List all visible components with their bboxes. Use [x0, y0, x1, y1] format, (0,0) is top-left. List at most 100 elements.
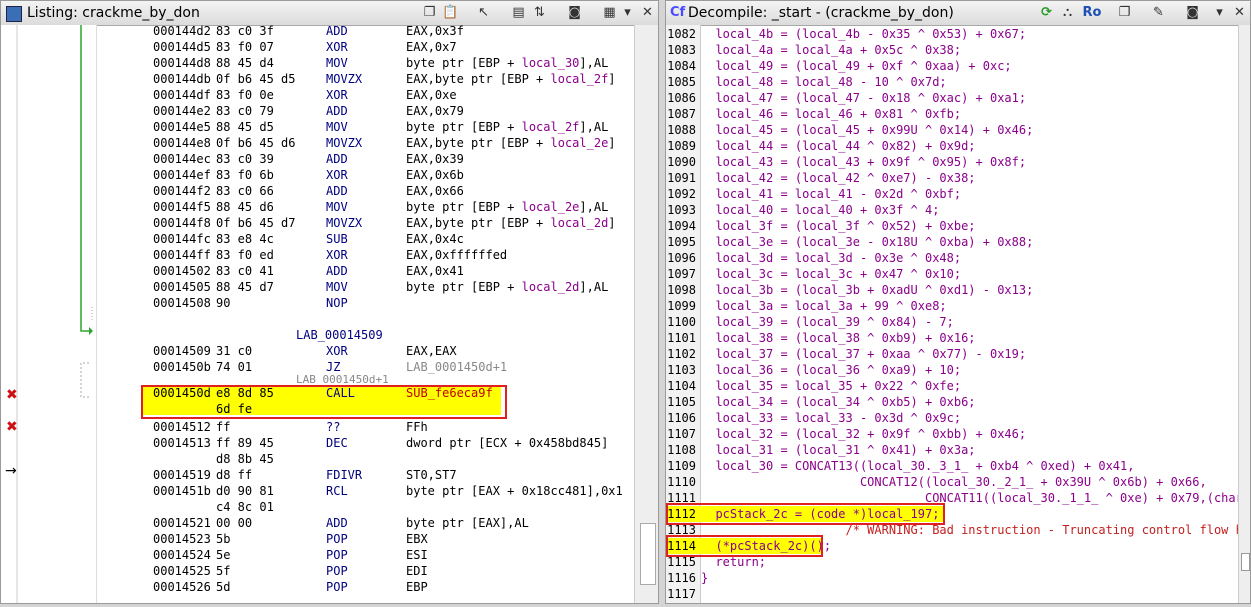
listing-body[interactable]: 000144d2 83 c0 3f ADD EAX,0x3f 000144d5 83 f0…: [97, 23, 632, 603]
diff-icon[interactable]: ⇅: [531, 4, 548, 21]
listing-row[interactable]: 000144d2 83 c0 3f ADD EAX,0x3f: [97, 23, 632, 39]
decompile-line[interactable]: 1099 local_3a = local_3a + 99 ^ 0xe8;: [666, 298, 1236, 314]
close-icon[interactable]: ✕: [639, 4, 656, 21]
paste-icon[interactable]: 📋: [442, 4, 459, 21]
decompile-line[interactable]: 1089 local_44 = (local_44 ^ 0x82) + 0x9d…: [666, 138, 1236, 154]
instruction-operands[interactable]: EAX,0xe: [406, 87, 457, 103]
listing-row[interactable]: 00014502 83 c0 41 ADD EAX,0x41: [97, 263, 632, 279]
decompile-line[interactable]: 1086 local_47 = (local_47 - 0x18 ^ 0xac)…: [666, 90, 1236, 106]
decompile-line[interactable]: 1105 local_34 = (local_34 ^ 0xb5) + 0xb6…: [666, 394, 1236, 410]
layout-icon[interactable]: ▦: [601, 4, 618, 21]
decompile-line[interactable]: 1102 local_37 = (local_37 + 0xaa ^ 0x77)…: [666, 346, 1236, 362]
decompile-line[interactable]: 1084 local_49 = (local_49 + 0xf ^ 0xaa) …: [666, 58, 1236, 74]
instruction-operands[interactable]: FFh: [406, 419, 428, 435]
decompile-body[interactable]: 1082 local_4b = (local_4b - 0x35 ^ 0x53)…: [666, 25, 1250, 603]
listing-row[interactable]: 00014524 5e POP ESI: [97, 547, 632, 563]
graph-icon[interactable]: ⛬: [1059, 4, 1076, 21]
instruction-operands[interactable]: EAX,0x4c: [406, 231, 464, 247]
listing-row[interactable]: 00014512 ff?? FFh: [97, 419, 632, 435]
snapshot-icon[interactable]: ◙: [566, 4, 583, 21]
decompile-line[interactable]: 1108 local_31 = (local_31 ^ 0x41) + 0x3a…: [666, 442, 1236, 458]
decompile-line[interactable]: 1101 local_38 = (local_38 ^ 0xb9) + 0x16…: [666, 330, 1236, 346]
cursor-icon[interactable]: ↖: [475, 4, 492, 21]
listing-row[interactable]: 00014509 31 c0 XOR EAX,EAX: [97, 343, 632, 359]
snapshot-icon[interactable]: ◙: [1184, 4, 1201, 21]
instruction-operands[interactable]: EAX,byte ptr [EBP + local_2d]: [406, 215, 616, 231]
decompile-line[interactable]: 1087 local_46 = local_46 + 0x81 ^ 0xfb;: [666, 106, 1236, 122]
listing-row[interactable]: 00014513 ff 89 45 DEC dword ptr [ECX + 0x45…: [97, 435, 632, 451]
decompile-line[interactable]: 1082 local_4b = (local_4b - 0x35 ^ 0x53)…: [666, 26, 1236, 42]
readonly-toggle-icon[interactable]: Ro: [1080, 4, 1104, 21]
decompile-line[interactable]: 1094 local_3f = (local_3f ^ 0x52) + 0xbe…: [666, 218, 1236, 234]
decompile-line[interactable]: 1117: [666, 586, 1236, 602]
listing-row[interactable]: 000144e8 0f b6 45 d6 MOVZX EAX,byte ptr [EB…: [97, 135, 632, 151]
listing-row[interactable]: 000144d8 88 45 d4 MOV byte ptr [EBP + local…: [97, 55, 632, 71]
dropdown-chevron-icon[interactable]: ▾: [619, 4, 636, 21]
instruction-operands[interactable]: byte ptr [EBP + local_2d],AL: [406, 279, 608, 295]
decompile-line[interactable]: 1088 local_45 = (local_45 + 0x99U ^ 0x14…: [666, 122, 1236, 138]
instruction-operands[interactable]: ST0,ST7: [406, 467, 457, 483]
listing-row[interactable]: 00014505 88 45 d7 MOV byte ptr [EBP + local…: [97, 279, 632, 295]
decompile-line[interactable]: 1097 local_3c = local_3c + 0x47 ^ 0x10;: [666, 266, 1236, 282]
listing-row[interactable]: 00014523 5b POP EBX: [97, 531, 632, 547]
decompile-line[interactable]: 1110 CONCAT12((local_30._2_1_ + 0x39U ^ …: [666, 474, 1236, 490]
decompile-line[interactable]: 1095 local_3e = (local_3e - 0x18U ^ 0xba…: [666, 234, 1236, 250]
instruction-operands[interactable]: byte ptr [EBP + local_2e],AL: [406, 199, 608, 215]
instruction-operands[interactable]: dword ptr [ECX + 0x458bd845]: [406, 435, 608, 451]
instruction-operands[interactable]: EBP: [406, 579, 428, 595]
close-icon[interactable]: ✕: [1231, 4, 1248, 21]
decompile-line[interactable]: 1100 local_39 = (local_39 ^ 0x84) - 7;: [666, 314, 1236, 330]
listing-row[interactable]: 000144ff 83 f0 ed XOR EAX,0xffffffed: [97, 247, 632, 263]
listing-row[interactable]: 0001451b d0 90 81 RCL byte ptr [EAX + 0x18c…: [97, 483, 632, 499]
decompile-line[interactable]: 1085 local_48 = local_48 - 10 ^ 0x7d;: [666, 74, 1236, 90]
instruction-operands[interactable]: EDI: [406, 563, 428, 579]
decompile-line[interactable]: 1090 local_43 = (local_43 + 0x9f ^ 0x95)…: [666, 154, 1236, 170]
instruction-operands[interactable]: EAX,0x41: [406, 263, 464, 279]
instruction-operands[interactable]: byte ptr [EBP + local_2f],AL: [406, 119, 608, 135]
decompile-line[interactable]: 1106 local_33 = local_33 - 0x3d ^ 0x9c;: [666, 410, 1236, 426]
decompile-line[interactable]: 1109 local_30 = CONCAT13((local_30._3_1_…: [666, 458, 1236, 474]
instruction-operands[interactable]: LAB_0001450d+1: [406, 359, 507, 375]
instruction-operands[interactable]: EAX,0x3f: [406, 23, 464, 39]
instruction-operands[interactable]: EAX,0x66: [406, 183, 464, 199]
listing-row[interactable]: 000144ec 83 c0 39 ADD EAX,0x39: [97, 151, 632, 167]
instruction-operands[interactable]: EAX,0x39: [406, 151, 464, 167]
instruction-operands[interactable]: EAX,0x7: [406, 39, 457, 55]
decompile-line[interactable]: 1103 local_36 = (local_36 ^ 0xa9) + 10;: [666, 362, 1236, 378]
instruction-operands[interactable]: byte ptr [EAX + 0x18cc481],0x1: [406, 483, 623, 499]
error-marker-icon[interactable]: ✖: [6, 419, 18, 435]
instruction-operands[interactable]: EAX,byte ptr [EBP + local_2f]: [406, 71, 616, 87]
refresh-icon[interactable]: ⟳: [1038, 4, 1055, 21]
listing-row[interactable]: 00014519 d8 ff FDIVR ST0,ST7: [97, 467, 632, 483]
decompile-line[interactable]: 1092 local_41 = local_41 - 0x2d ^ 0xbf;: [666, 186, 1236, 202]
decompile-line[interactable]: 1083 local_4a = local_4a + 0x5c ^ 0x38;: [666, 42, 1236, 58]
listing-row[interactable]: 000144f8 0f b6 45 d7 MOVZX EAX,byte ptr [EB…: [97, 215, 632, 231]
listing-row[interactable]: 000144f5 88 45 d6 MOV byte ptr [EBP + local…: [97, 199, 632, 215]
listing-row[interactable]: 000144e2 83 c0 79 ADD EAX,0x79: [97, 103, 632, 119]
instruction-operands[interactable]: EBX: [406, 531, 428, 547]
instruction-operands[interactable]: byte ptr [EAX],AL: [406, 515, 529, 531]
instruction-operands[interactable]: EAX,EAX: [406, 343, 457, 359]
listing-scrollbar[interactable]: [634, 25, 658, 603]
edit-icon[interactable]: ✎: [1150, 4, 1167, 21]
instruction-operands[interactable]: EAX,0x6b: [406, 167, 464, 183]
listing-row[interactable]: 00014526 5d POP EBP: [97, 579, 632, 595]
toggle-fields-icon[interactable]: ▤: [510, 4, 527, 21]
listing-row[interactable]: 00014525 5f POP EDI: [97, 563, 632, 579]
decompile-scrollbar[interactable]: [1238, 25, 1250, 603]
instruction-operands[interactable]: EAX,0x79: [406, 103, 464, 119]
listing-row[interactable]: 000144ef 83 f0 6b XOR EAX,0x6b: [97, 167, 632, 183]
copy-icon[interactable]: ❐: [421, 4, 438, 21]
listing-row[interactable]: 000144db 0f b6 45 d5 MOVZX EAX,byte ptr [EB…: [97, 71, 632, 87]
listing-row[interactable]: 00014508 90 NOP: [97, 295, 632, 311]
error-marker-icon[interactable]: ✖: [6, 387, 18, 403]
instruction-operands[interactable]: EAX,byte ptr [EBP + local_2e]: [406, 135, 616, 151]
decompile-line[interactable]: 1093 local_40 = local_40 + 0x3f ^ 4;: [666, 202, 1236, 218]
instruction-operands[interactable]: ESI: [406, 547, 428, 563]
copy-icon[interactable]: ❐: [1116, 4, 1133, 21]
listing-row[interactable]: 000144f2 83 c0 66 ADD EAX,0x66: [97, 183, 632, 199]
scroll-thumb[interactable]: [640, 523, 656, 585]
listing-row[interactable]: 000144fc 83 e8 4c SUB EAX,0x4c: [97, 231, 632, 247]
listing-row[interactable]: 000144d5 83 f0 07 XOR EAX,0x7: [97, 39, 632, 55]
listing-row[interactable]: 000144e5 88 45 d5 MOV byte ptr [EBP + local…: [97, 119, 632, 135]
